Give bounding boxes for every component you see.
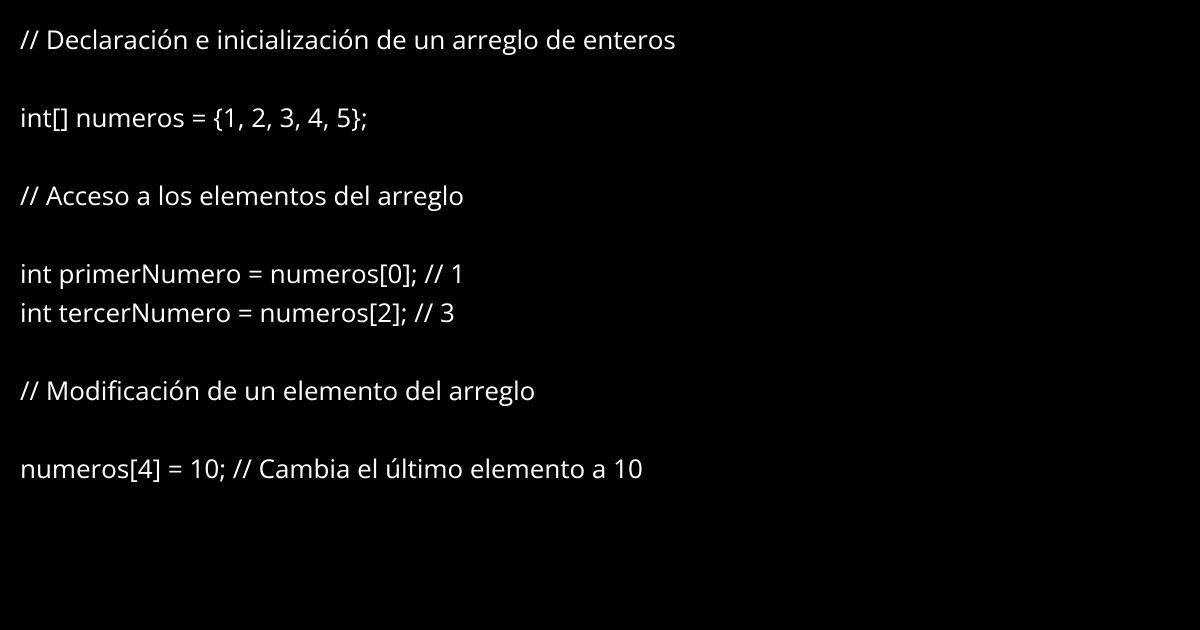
code-access-third: int tercerNumero = numeros[2]; // 3: [20, 293, 1180, 332]
blank-line: [20, 59, 1180, 98]
code-modify-element: numeros[4] = 10; // Cambia el último ele…: [20, 449, 1180, 488]
code-block: // Declaración e inicialización de un ar…: [20, 20, 1180, 488]
code-comment-access: // Acceso a los elementos del arreglo: [20, 176, 1180, 215]
code-access-first: int primerNumero = numeros[0]; // 1: [20, 254, 1180, 293]
blank-line: [20, 332, 1180, 371]
code-array-init: int[] numeros = {1, 2, 3, 4, 5};: [20, 98, 1180, 137]
code-comment-declaration: // Declaración e inicialización de un ar…: [20, 20, 1180, 59]
blank-line: [20, 137, 1180, 176]
code-comment-modify: // Modificación de un elemento del arreg…: [20, 371, 1180, 410]
blank-line: [20, 410, 1180, 449]
blank-line: [20, 215, 1180, 254]
